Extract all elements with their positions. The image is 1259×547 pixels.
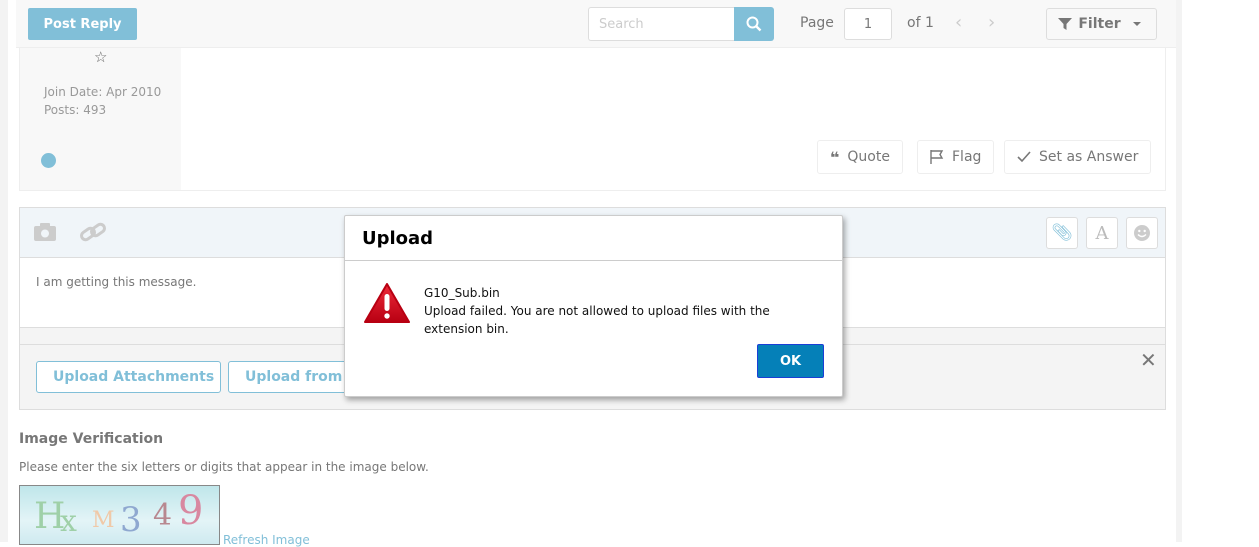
- refresh-image-link[interactable]: Refresh Image: [223, 533, 310, 547]
- page-number-input[interactable]: [844, 8, 892, 40]
- search-icon: [746, 16, 762, 32]
- quote-button[interactable]: ❝ Quote: [817, 140, 903, 174]
- post: ☆ Join Date: Apr 2010 Posts: 493 ❝ Quote …: [19, 48, 1166, 191]
- set-as-answer-label: Set as Answer: [1039, 149, 1139, 165]
- warning-icon: [364, 283, 410, 323]
- set-as-answer-button[interactable]: Set as Answer: [1004, 140, 1152, 174]
- check-icon: [1017, 151, 1031, 163]
- font-icon: A: [1095, 222, 1109, 244]
- flag-button[interactable]: Flag: [917, 140, 995, 174]
- filter-button[interactable]: Filter: [1046, 8, 1157, 40]
- quote-label: Quote: [847, 149, 890, 165]
- join-date: Join Date: Apr 2010: [44, 85, 162, 99]
- dialog-title: Upload: [345, 216, 842, 261]
- ok-button[interactable]: OK: [757, 344, 824, 378]
- prev-page-icon[interactable]: ‹: [955, 12, 962, 33]
- emoji-button[interactable]: [1126, 217, 1158, 249]
- page-label: Page: [800, 15, 834, 31]
- image-verification-description: Please enter the six letters or digits t…: [19, 460, 429, 474]
- star-icon: ☆: [94, 48, 108, 66]
- filter-label: Filter: [1078, 16, 1121, 32]
- caret-down-icon: [1132, 22, 1141, 26]
- close-icon[interactable]: ✕: [1140, 348, 1157, 372]
- camera-icon[interactable]: [34, 223, 56, 241]
- flag-icon: [930, 150, 944, 164]
- upload-attachments-button[interactable]: Upload Attachments: [36, 361, 221, 393]
- post-reply-button[interactable]: Post Reply: [28, 8, 137, 40]
- page-count: of 1: [907, 15, 934, 31]
- dialog-message: Upload failed. You are not allowed to up…: [424, 304, 770, 336]
- search-button[interactable]: [734, 7, 774, 41]
- dialog-filename: G10_Sub.bin: [424, 286, 500, 300]
- image-verification-title: Image Verification: [19, 431, 164, 447]
- post-count: Posts: 493: [44, 103, 107, 117]
- link-icon[interactable]: [80, 221, 106, 243]
- user-info: ☆ Join Date: Apr 2010 Posts: 493: [20, 48, 181, 190]
- quote-icon: ❝: [830, 147, 840, 167]
- search-input[interactable]: [588, 7, 734, 41]
- upload-dialog: Upload G10_Sub.bin Upload failed. You ar…: [344, 215, 843, 397]
- smiley-icon: [1134, 225, 1150, 241]
- online-status-icon: [41, 153, 56, 168]
- captcha-image: Hx M 3 4 9: [19, 485, 220, 545]
- next-page-icon[interactable]: ›: [988, 12, 995, 33]
- page-margin-right: [1176, 0, 1182, 542]
- filter-icon: [1058, 18, 1073, 30]
- page-margin-left: [0, 0, 8, 542]
- attach-button[interactable]: 📎︎: [1046, 217, 1078, 249]
- font-button[interactable]: A: [1086, 217, 1118, 249]
- search-box: [588, 7, 774, 41]
- upload-from-url-button[interactable]: Upload from URL: [228, 361, 358, 393]
- flag-label: Flag: [952, 149, 982, 165]
- paperclip-icon: 📎︎: [1051, 223, 1073, 243]
